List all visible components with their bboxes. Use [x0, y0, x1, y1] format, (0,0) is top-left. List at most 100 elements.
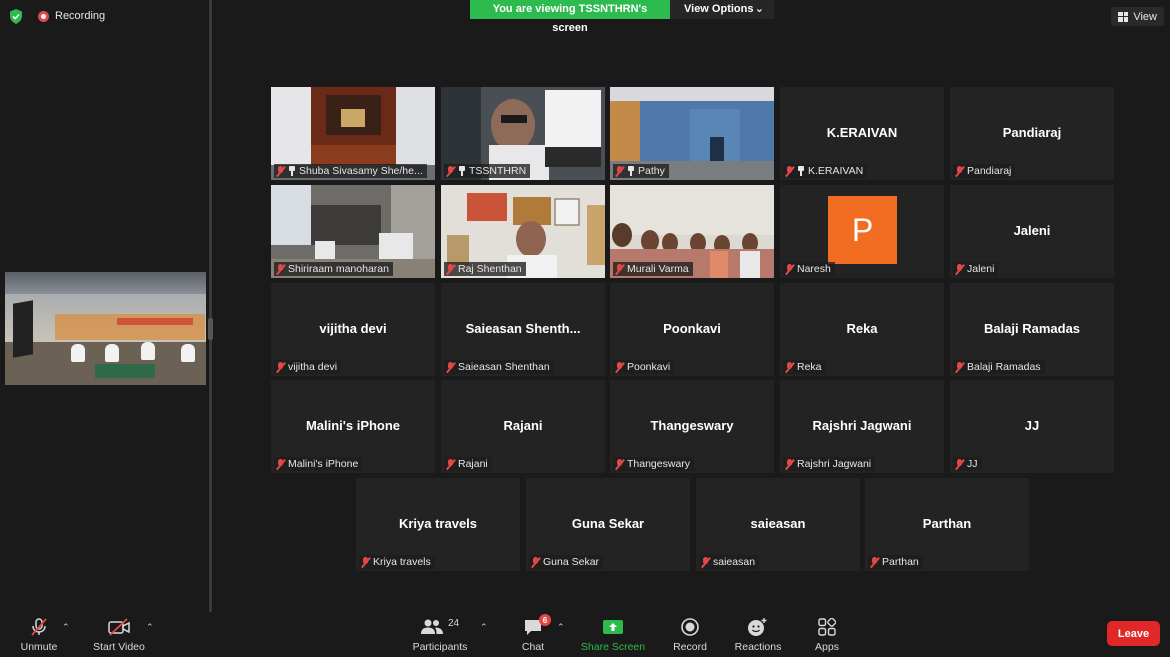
participant-name-label: Malini's iPhone — [274, 457, 363, 471]
participant-tile[interactable]: Saieasan Shenth... Saieasan Shenthan — [441, 283, 605, 376]
participant-tile[interactable]: JJ JJ — [950, 380, 1114, 473]
participant-tile[interactable]: Kriya travels Kriya travels — [356, 478, 520, 571]
mic-muted-icon — [870, 556, 879, 568]
grid-view-icon — [1118, 11, 1129, 22]
participant-tile[interactable]: Thangeswary Thangeswary — [610, 380, 774, 473]
participant-tile[interactable]: saieasan saieasan — [696, 478, 860, 571]
participant-tile[interactable]: Rajani Rajani — [441, 380, 605, 473]
share-screen-button[interactable]: Share Screen — [578, 617, 648, 653]
shared-screen-thumbnail[interactable] — [5, 272, 206, 385]
participant-tile[interactable]: Reka Reka — [780, 283, 944, 376]
participant-tile[interactable]: vijitha devi vijitha devi — [271, 283, 435, 376]
participant-display-name: saieasan — [750, 516, 806, 531]
mic-muted-icon — [531, 556, 540, 568]
mic-muted-icon — [955, 263, 964, 275]
participant-tile[interactable]: Guna Sekar Guna Sekar — [526, 478, 690, 571]
apps-button[interactable]: Apps — [792, 617, 862, 653]
view-button[interactable]: View — [1111, 7, 1164, 26]
mic-muted-icon — [446, 263, 455, 275]
avatar: P — [828, 196, 897, 264]
pin-icon — [458, 166, 466, 176]
participant-name-label: K.ERAIVAN — [783, 164, 868, 178]
participant-tile[interactable]: Balaji Ramadas Balaji Ramadas — [950, 283, 1114, 376]
participant-tile[interactable]: Poonkavi Poonkavi — [610, 283, 774, 376]
mic-muted-icon — [615, 165, 624, 177]
mic-off-icon — [29, 617, 49, 637]
participant-tile[interactable]: Malini's iPhone Malini's iPhone — [271, 380, 435, 473]
mic-muted-icon — [615, 361, 624, 373]
participant-tile[interactable]: Pathy — [610, 87, 774, 180]
video-off-icon — [107, 617, 131, 637]
recording-indicator[interactable]: Recording — [38, 10, 105, 22]
start-video-button[interactable]: Start Video — [84, 617, 154, 653]
chat-unread-badge: 6 — [539, 614, 551, 626]
panel-resize-handle[interactable] — [208, 318, 213, 340]
participant-display-name: Kriya travels — [398, 516, 478, 531]
participant-display-name: vijitha devi — [319, 321, 387, 336]
participant-name-label: Pathy — [613, 164, 669, 178]
recording-dot-icon — [38, 10, 49, 22]
participant-name-label: Reka — [783, 360, 826, 374]
mic-muted-icon — [701, 556, 710, 568]
participant-name-label: Saieasan Shenthan — [444, 360, 554, 374]
chat-chevron-up-icon[interactable]: ⌃ — [557, 622, 565, 633]
participant-display-name: Guna Sekar — [571, 516, 645, 531]
participant-name-label: Shiriraam manoharan — [274, 262, 393, 276]
mic-muted-icon — [361, 556, 370, 568]
participant-display-name: Malini's iPhone — [305, 418, 401, 433]
participant-name-label: vijitha devi — [274, 360, 342, 374]
participant-name-label: Raj Shenthan — [444, 262, 526, 276]
mic-muted-icon — [276, 458, 285, 470]
video-options-chevron-up-icon[interactable]: ⌃ — [146, 622, 154, 633]
participant-tile[interactable]: Raj Shenthan — [441, 185, 605, 278]
mic-muted-icon — [785, 165, 794, 177]
shield-check-icon[interactable] — [9, 9, 23, 24]
panel-divider[interactable] — [209, 0, 212, 612]
participant-tile[interactable]: Shuba Sivasamy She/he... — [271, 87, 435, 180]
participant-tile[interactable]: Murali Varma — [610, 185, 774, 278]
participant-name-label: saieasan — [699, 555, 760, 569]
participant-tile[interactable]: K.ERAIVAN K.ERAIVAN — [780, 87, 944, 180]
record-button[interactable]: Record — [655, 617, 725, 653]
screen-share-banner: You are viewing TSSNTHRN's screen View O… — [470, 0, 774, 34]
leave-button[interactable]: Leave — [1107, 621, 1160, 646]
pin-icon — [627, 166, 635, 176]
participants-chevron-up-icon[interactable]: ⌃ — [480, 622, 488, 633]
participant-tile[interactable]: P Naresh — [780, 185, 944, 278]
participant-display-name: Reka — [846, 321, 878, 336]
audio-options-chevron-up-icon[interactable]: ⌃ — [62, 622, 70, 633]
participant-tile[interactable]: Jaleni Jaleni — [950, 185, 1114, 278]
mic-muted-icon — [615, 458, 624, 470]
participant-display-name: Thangeswary — [650, 418, 734, 433]
participants-button[interactable]: 24 Participants — [405, 617, 475, 654]
mic-muted-icon — [276, 165, 285, 177]
mic-muted-icon — [446, 361, 455, 373]
participant-name-label: Kriya travels — [359, 555, 435, 569]
view-options-button[interactable]: View Options ⌄ — [670, 0, 774, 19]
mic-muted-icon — [276, 263, 285, 275]
mic-muted-icon — [446, 458, 455, 470]
participant-display-name: K.ERAIVAN — [826, 125, 898, 140]
mic-muted-icon — [785, 361, 794, 373]
reactions-button[interactable]: Reactions — [723, 617, 793, 653]
pin-icon — [797, 166, 805, 176]
participant-tile[interactable]: Rajshri Jagwani Rajshri Jagwani — [780, 380, 944, 473]
share-screen-icon — [602, 617, 624, 637]
participants-icon — [420, 619, 443, 634]
participants-count: 24 — [447, 617, 460, 629]
participant-tile[interactable]: Shiriraam manoharan — [271, 185, 435, 278]
participant-display-name: Saieasan Shenth... — [465, 321, 581, 336]
participant-name-label: Pandiaraj — [953, 164, 1016, 178]
mic-muted-icon — [955, 361, 964, 373]
mic-muted-icon — [276, 361, 285, 373]
mic-muted-icon — [785, 458, 794, 470]
chat-icon: 6 — [523, 614, 551, 637]
apps-icon — [818, 617, 836, 637]
participant-name-label: Poonkavi — [613, 360, 675, 374]
participant-tile[interactable]: Pandiaraj Pandiaraj — [950, 87, 1114, 180]
recording-label: Recording — [55, 10, 106, 22]
participant-tile-active-speaker[interactable]: TSSNTHRN — [441, 87, 605, 180]
participant-display-name: Rajani — [503, 418, 543, 433]
participant-tile[interactable]: Parthan Parthan — [865, 478, 1029, 571]
pin-icon — [288, 166, 296, 176]
